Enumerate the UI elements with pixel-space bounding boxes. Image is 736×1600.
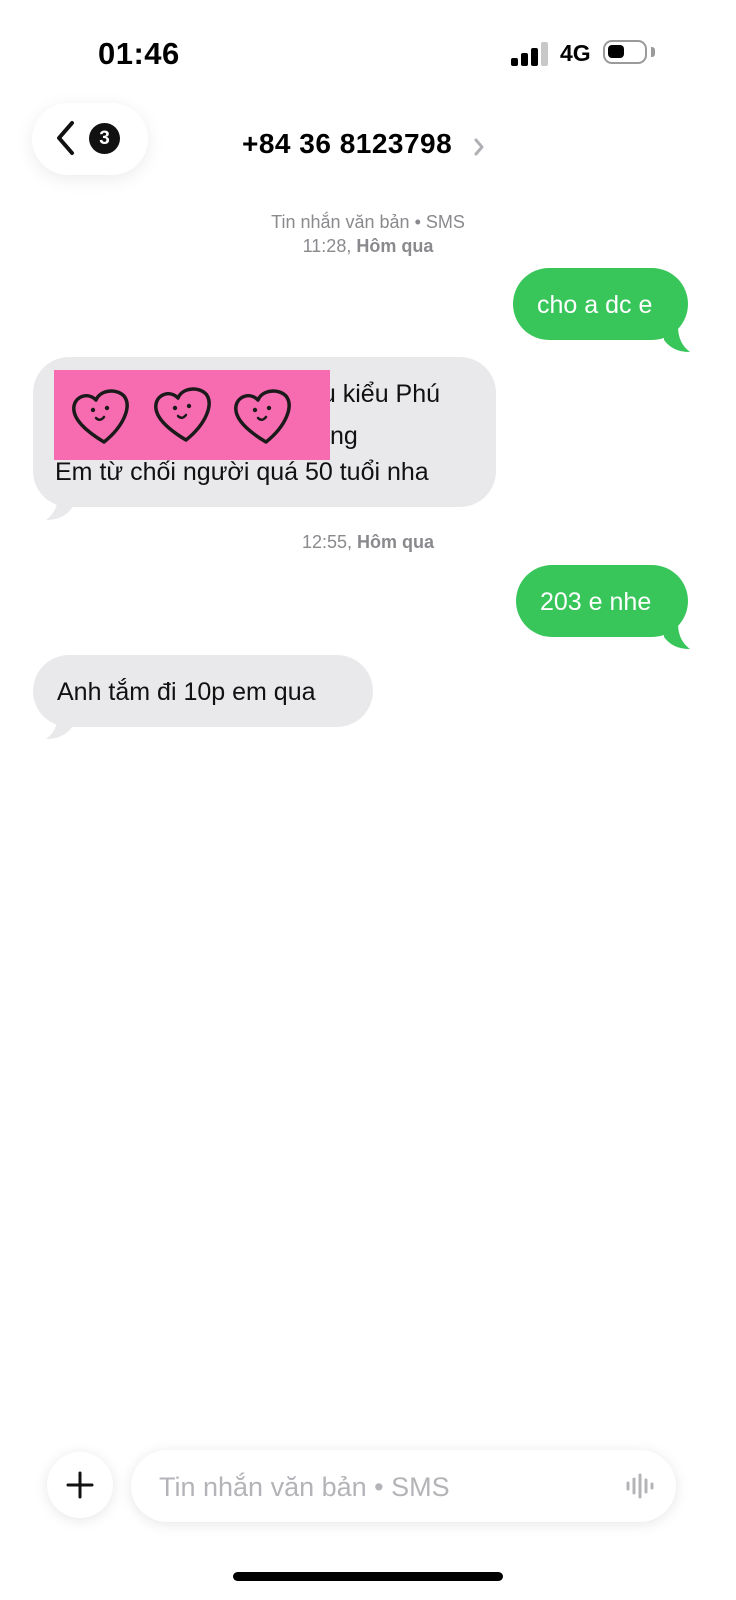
message-text: 203 e nhe <box>540 588 652 616</box>
chevron-right-icon[interactable] <box>472 137 486 157</box>
message-line: ng <box>330 422 358 450</box>
bubble-tail <box>664 623 690 649</box>
timestamp-day: Hôm qua <box>356 236 434 256</box>
message-type-label: Tin nhắn văn bản • SMS <box>271 212 465 232</box>
bubble-tail <box>46 494 72 520</box>
contact-name[interactable]: +84 36 8123798 <box>242 128 452 160</box>
heart-faces-sticker <box>54 370 330 460</box>
timestamp: 11:28, Hôm qua <box>0 236 736 257</box>
message-text: cho a dc e <box>537 291 653 319</box>
bubble-tail <box>664 326 690 352</box>
message-input[interactable] <box>157 1466 601 1508</box>
timestamp-time: 12:55, <box>301 532 352 552</box>
chevron-left-icon[interactable] <box>52 120 80 156</box>
status-time: 01:46 <box>98 36 180 71</box>
timestamp: 12:55, Hôm qua <box>0 532 736 553</box>
unread-count-badge: 3 <box>89 123 120 154</box>
bubble-tail <box>46 713 72 739</box>
battery-tip <box>651 47 655 57</box>
battery-icon <box>603 40 647 64</box>
home-indicator <box>233 1572 503 1581</box>
outgoing-message[interactable]: cho a dc e <box>513 268 688 340</box>
message-composer[interactable] <box>131 1450 676 1522</box>
signal-icon <box>511 42 549 66</box>
timestamp-time: 11:28, <box>302 236 352 256</box>
add-attachment-button[interactable] <box>47 1452 113 1518</box>
timestamp-day: Hôm qua <box>357 532 435 552</box>
outgoing-message[interactable]: 203 e nhe <box>516 565 688 637</box>
heart-faces-icon <box>72 387 291 444</box>
audio-waveform-icon[interactable] <box>625 1472 657 1500</box>
plus-icon <box>66 1471 94 1499</box>
message-text: Anh tắm đi 10p em qua <box>57 678 316 706</box>
incoming-message[interactable]: Anh tắm đi 10p em qua <box>33 655 373 727</box>
network-label: 4G <box>560 40 591 66</box>
